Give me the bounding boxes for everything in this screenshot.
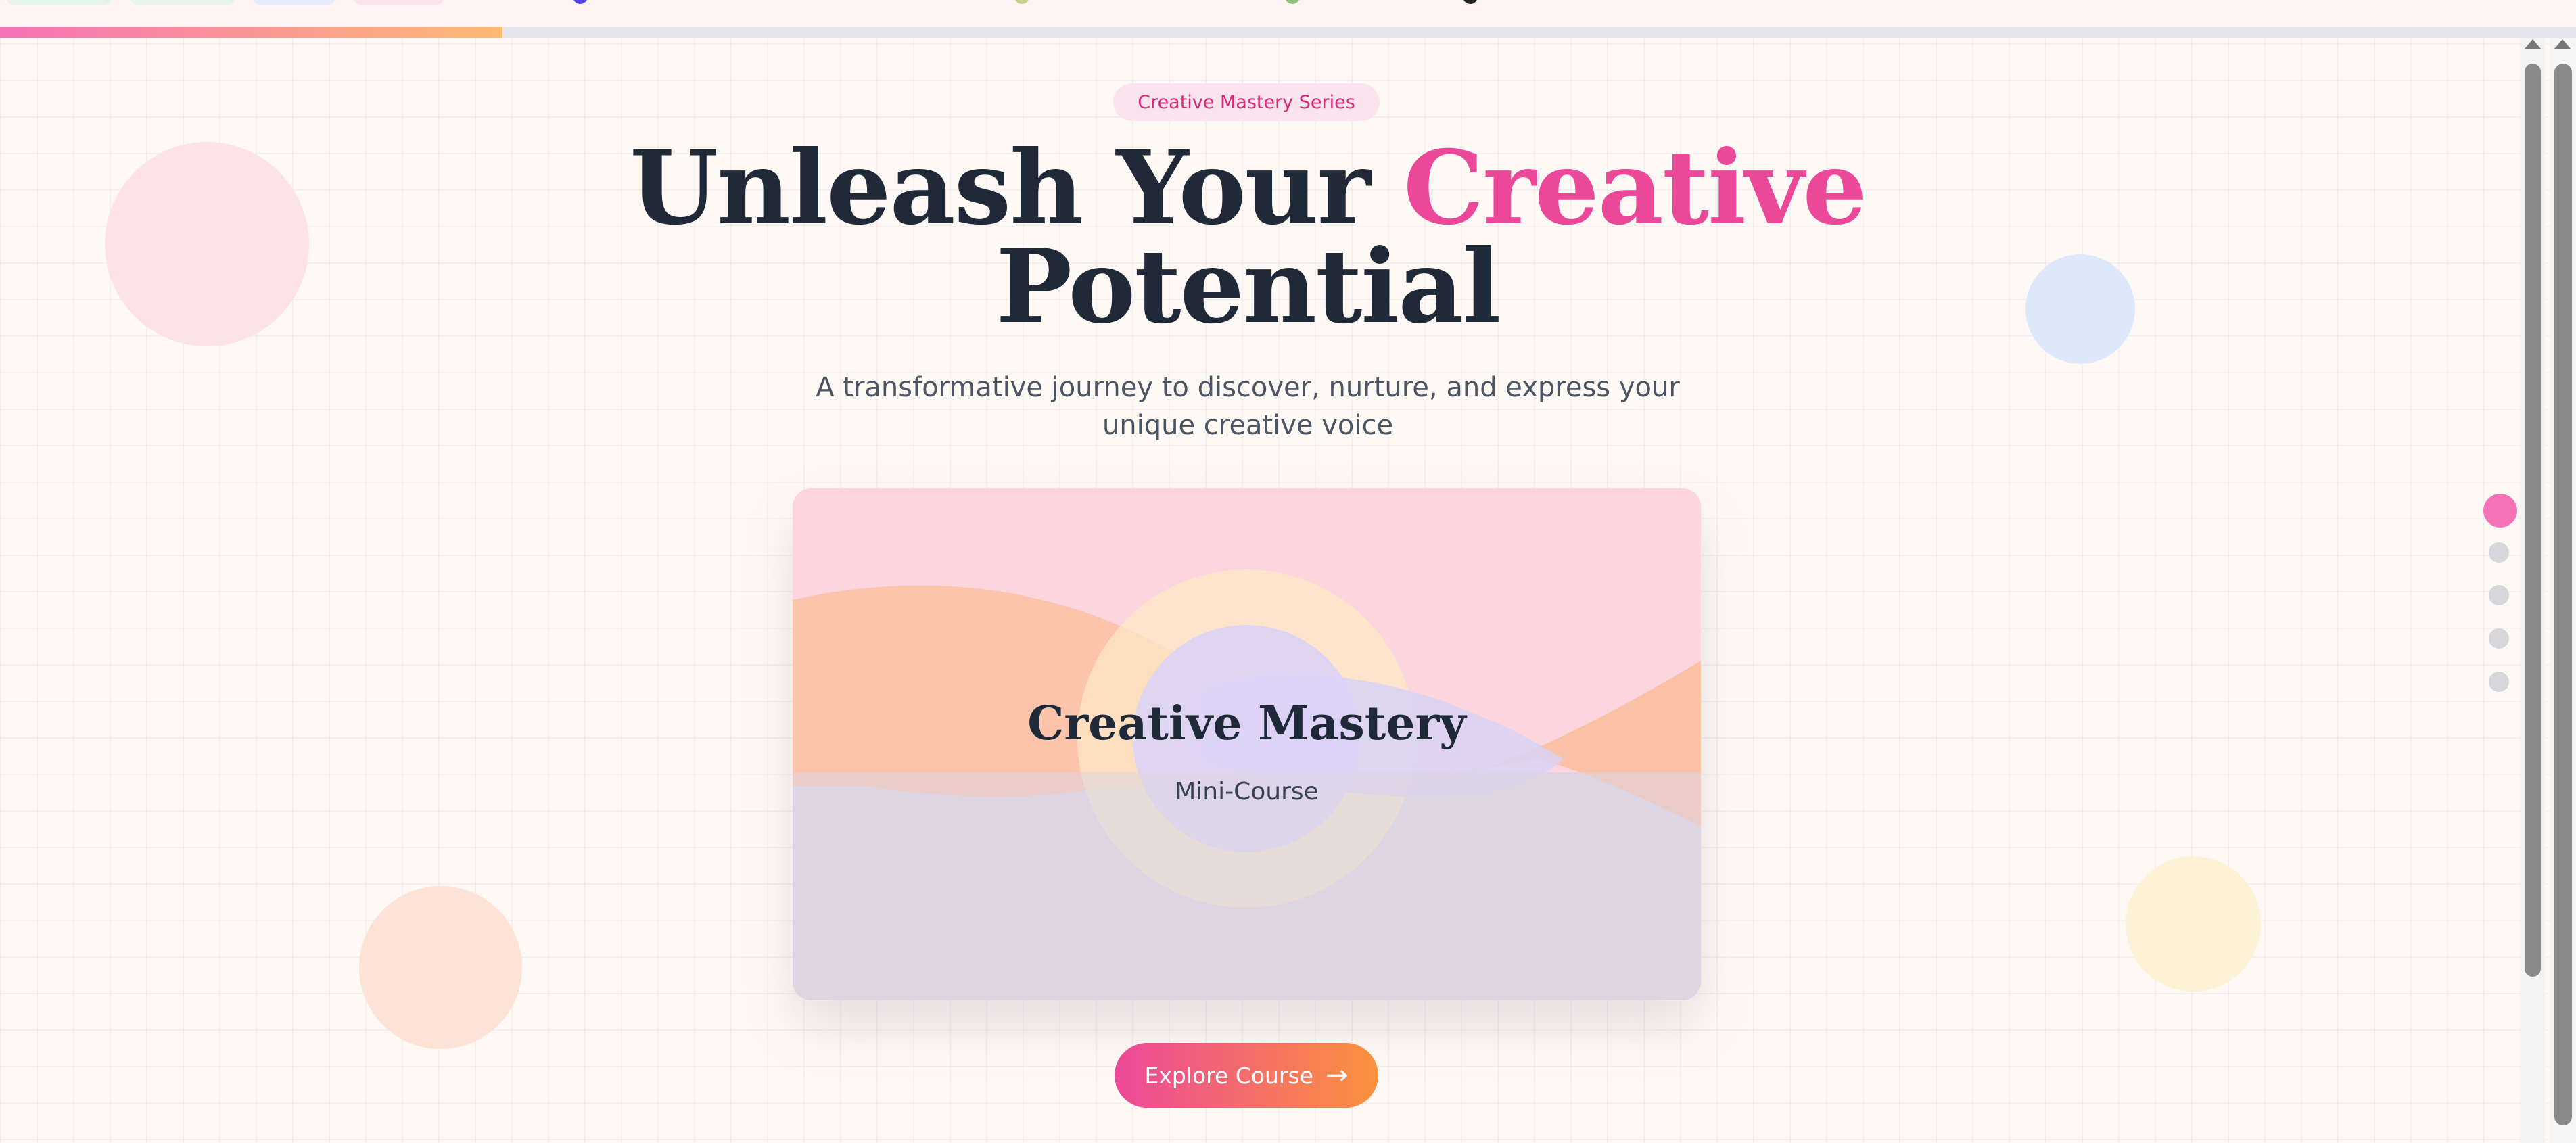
section-nav-dot-5[interactable] [2489,672,2509,692]
decorative-circle [2126,856,2261,992]
section-nav-dot-2[interactable] [2489,542,2509,563]
section-nav-dot-4[interactable] [2489,628,2509,649]
progress-bar [0,27,2576,38]
progress-bar-fill [0,27,502,38]
explore-course-label: Explore Course [1144,1062,1313,1089]
top-indicator-icon [573,0,588,4]
scroll-up-icon[interactable] [2554,39,2571,49]
top-tab-chip[interactable] [131,0,235,5]
hero-title: Unleash Your Creative Potential [0,137,2496,337]
decorative-circle [359,886,522,1049]
page-scrollbar[interactable] [2550,38,2576,1143]
explore-course-button[interactable]: Explore Course → [1115,1043,1378,1108]
hero-title-part2: Potential [996,227,1501,346]
page-scrollbar-thumb[interactable] [2554,64,2572,1125]
top-indicator-icon [1463,0,1478,4]
section-nav-dot-3[interactable] [2489,585,2509,605]
card-subtitle: Mini-Course [1175,778,1319,806]
inner-scrollbar[interactable] [2521,38,2545,1143]
hero-subtitle: A transformative journey to discover, nu… [816,372,1680,441]
scroll-up-icon[interactable] [2525,39,2541,49]
top-tab-chip[interactable] [354,0,444,5]
top-tab-chip[interactable] [254,0,335,5]
card-title: Creative Mastery [1027,697,1466,751]
section-nav-dot-1[interactable] [2483,494,2517,528]
page: Creative Mastery Series Unleash Your Cre… [0,0,2576,1143]
top-indicator-icon [1285,0,1300,4]
top-tab-chip[interactable] [7,0,112,5]
inner-scrollbar-thumb[interactable] [2525,64,2541,977]
course-card[interactable]: Creative Mastery Mini-Course [793,488,1701,1000]
top-indicator-icon [1014,0,1029,4]
series-badge: Creative Mastery Series [1113,83,1380,121]
arrow-right-icon: → [1326,1060,1349,1091]
top-strip [0,0,2576,27]
